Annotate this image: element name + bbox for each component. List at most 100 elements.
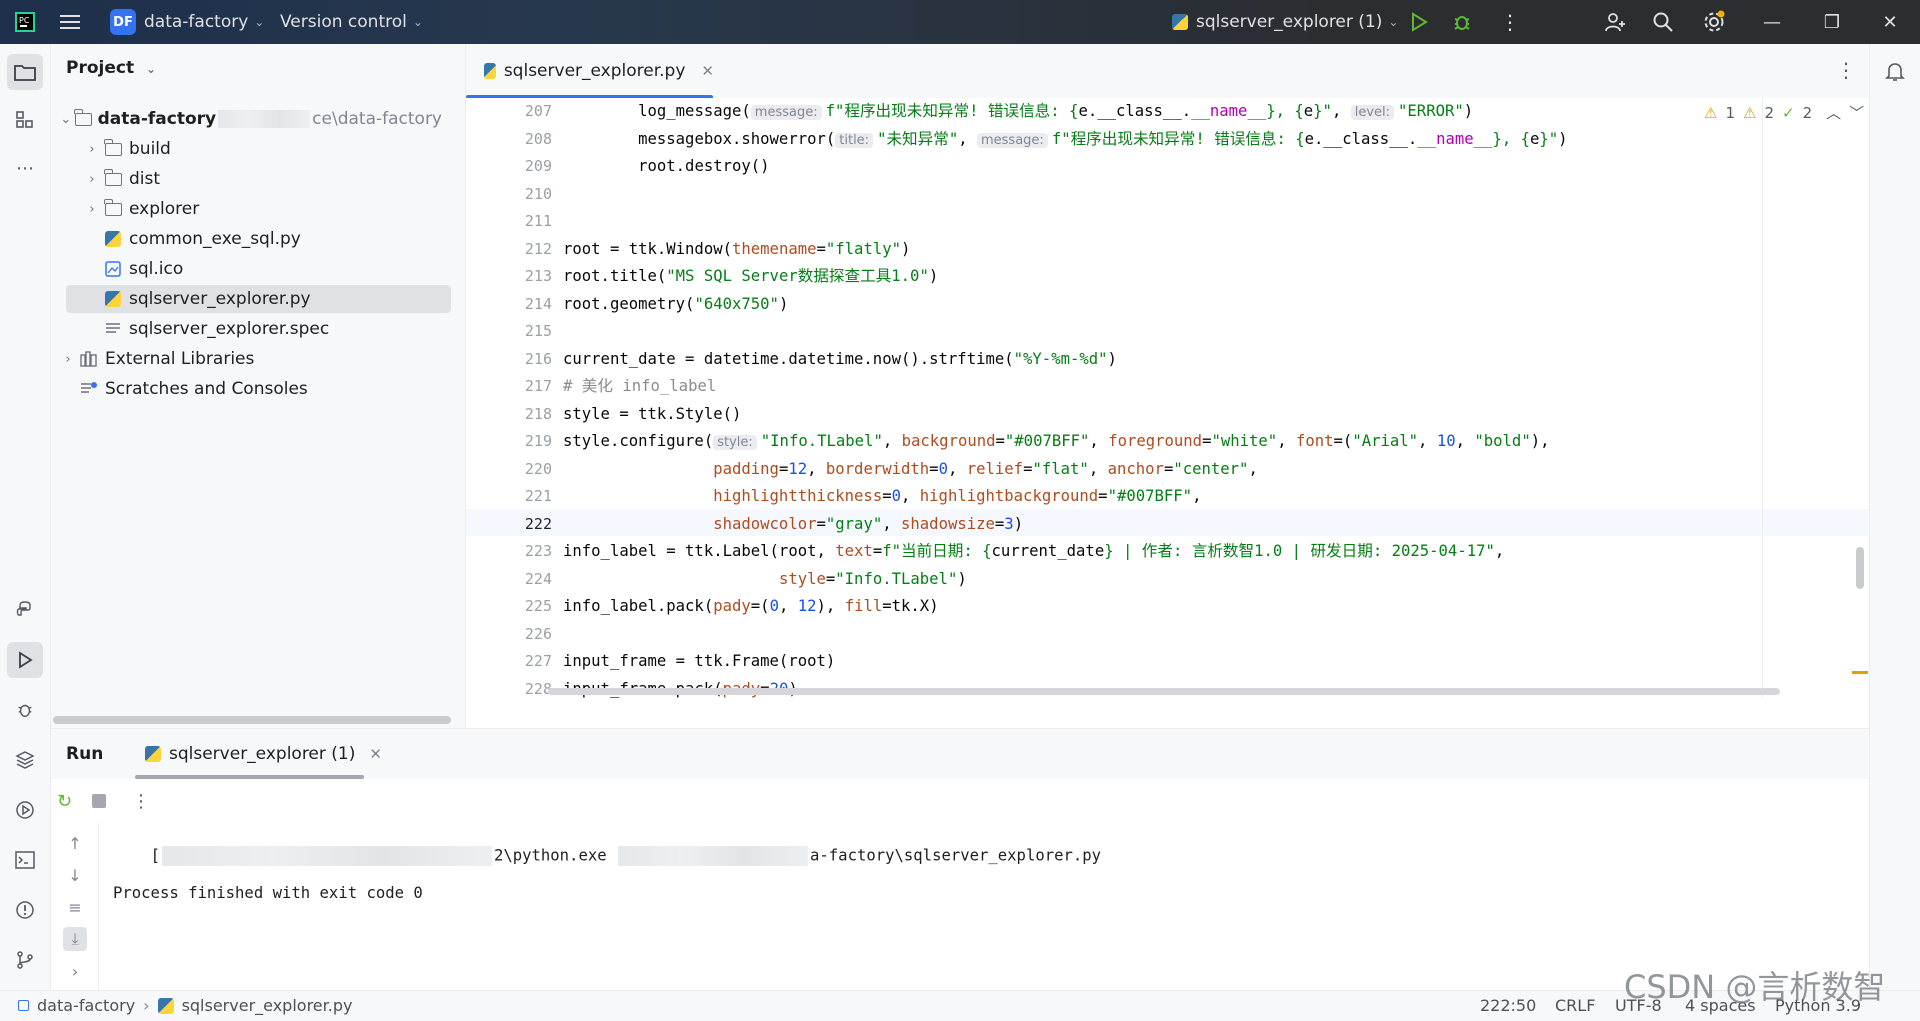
settings-gear-icon[interactable] <box>1702 0 1726 44</box>
python-console-icon[interactable] <box>7 592 43 628</box>
editor-tab-sqlserver-explorer[interactable]: sqlserver_explorer.py ✕ <box>466 44 714 98</box>
close-tab-icon[interactable]: ✕ <box>701 62 714 80</box>
code-line[interactable]: style = ttk.Style() <box>563 401 741 428</box>
run-config-selector[interactable]: sqlserver_explorer (1) ⌄ <box>1172 0 1398 44</box>
code-token: root.title( <box>563 267 667 285</box>
python-packages-icon[interactable] <box>7 742 43 778</box>
stop-icon[interactable] <box>92 794 106 808</box>
tree-item-sqlserver-explorer-spec[interactable]: sqlserver_explorer.spec <box>103 315 488 343</box>
code-token: , <box>1089 432 1109 450</box>
problems-icon[interactable] <box>7 892 43 928</box>
run-tool-icon[interactable] <box>7 642 43 678</box>
tree-item-explorer[interactable]: › explorer <box>81 195 466 223</box>
tree-item-scratches-consoles[interactable]: Scratches and Consoles <box>79 375 464 403</box>
services-icon[interactable] <box>7 792 43 828</box>
project-panel-title: Project <box>66 58 135 78</box>
run-tab[interactable]: sqlserver_explorer (1) ✕ <box>135 729 392 779</box>
inspection-widget[interactable]: ⚠ 1 ⚠ 2 ✓ 2 ︿ ﹀ <box>1704 102 1864 123</box>
code-line[interactable]: root.title("MS SQL Server数据探查工具1.0") <box>563 263 938 290</box>
code-line[interactable]: root.geometry("640x750") <box>563 291 788 318</box>
terminal-icon[interactable] <box>7 842 43 878</box>
more-tools-icon[interactable]: ⋯ <box>7 150 43 186</box>
chevron-right-icon[interactable]: › <box>81 172 103 187</box>
close-window-button[interactable]: ✕ <box>1862 0 1918 44</box>
code-token: "gray" <box>825 514 883 533</box>
code-line[interactable]: log_message(message: f"程序出现未知异常! 错误信息: {e… <box>563 98 1473 125</box>
project-horizontal-scrollbar[interactable] <box>53 716 451 724</box>
code-token: shadowcolor <box>713 514 817 533</box>
warning-stripe-marker[interactable] <box>1852 671 1868 674</box>
code-token: info_label = ttk.Label(root, <box>563 542 836 560</box>
editor-more-icon[interactable]: ⋮ <box>1836 58 1856 82</box>
chevron-up-icon[interactable]: ︿ <box>1826 102 1841 123</box>
chevron-right-icon[interactable]: › <box>81 202 103 217</box>
code-token: root = ttk.Window( <box>563 239 732 258</box>
tree-item-external-libraries[interactable]: › External Libraries <box>57 345 442 373</box>
run-icon[interactable] <box>1410 0 1428 44</box>
line-separator[interactable]: CRLF <box>1555 996 1595 1015</box>
code-line[interactable]: padding=12, borderwidth=0, relief="flat"… <box>563 456 1258 483</box>
code-token: current_date <box>991 542 1105 560</box>
minimize-button[interactable]: — <box>1744 0 1800 44</box>
caret-position[interactable]: 222:50 <box>1480 996 1536 1015</box>
debug-icon[interactable] <box>1452 0 1472 44</box>
code-line[interactable]: style="Info.TLabel") <box>563 566 967 593</box>
project-panel-header[interactable]: Project ⌄ <box>66 58 156 78</box>
more-actions-icon[interactable]: ⋮ <box>1500 0 1520 44</box>
code-line[interactable]: root = ttk.Window(themename="flatly") <box>563 236 910 263</box>
code-editor[interactable]: 207 208 209 210 211 212 213 214 215 216 217 218 219 2… <box>466 98 1869 698</box>
code-line[interactable]: input_frame = ttk.Frame(root) <box>563 648 835 675</box>
run-more-icon[interactable]: ⋮ <box>132 791 150 812</box>
breadcrumb-project[interactable]: data-factory <box>37 996 135 1015</box>
editor-vertical-scrollbar[interactable] <box>1856 547 1864 589</box>
debug-tool-icon[interactable] <box>7 692 43 728</box>
weak-warning-icon: ⚠ <box>1743 103 1757 122</box>
project-switcher[interactable]: DF data-factory ⌄ <box>110 0 264 44</box>
chevron-right-icon[interactable]: › <box>63 959 87 983</box>
line-number: 225 <box>524 597 552 615</box>
parameter-hint: title: <box>835 132 874 148</box>
restore-button[interactable]: ❐ <box>1804 0 1860 44</box>
expand-chevron-icon[interactable]: ⌄ <box>57 112 75 127</box>
code-line[interactable]: messagebox.showerror(title: "未知异常", messa… <box>563 126 1568 153</box>
main-menu-icon[interactable] <box>60 0 80 44</box>
structure-icon[interactable] <box>7 102 43 138</box>
code-line[interactable]: root.destroy() <box>563 153 769 180</box>
soft-wrap-icon[interactable]: ≡ <box>63 895 87 919</box>
rerun-icon[interactable]: ↻ <box>57 791 72 812</box>
code-line[interactable]: current_date = datetime.datetime.now().s… <box>563 346 1117 373</box>
code-line[interactable]: # 美化 info_label <box>563 373 716 400</box>
tree-item-build[interactable]: › build <box>81 135 466 163</box>
close-run-tab-icon[interactable]: ✕ <box>369 745 382 763</box>
code-token: "center" <box>1173 459 1249 478</box>
notifications-bell-icon[interactable] <box>1877 54 1913 90</box>
code-line[interactable]: style.configure(style: "Info.TLabel", bac… <box>563 428 1550 455</box>
arrow-up-icon[interactable]: ↑ <box>63 831 87 855</box>
code-token: = <box>995 432 1005 450</box>
search-icon[interactable] <box>1652 0 1674 44</box>
code-line[interactable]: info_label.pack(pady=(0, 12), fill=tk.X) <box>563 593 939 620</box>
app-logo-icon[interactable]: PC <box>14 0 36 44</box>
code-token: padding <box>713 459 779 478</box>
tree-item-sql-ico[interactable]: sql.ico <box>103 255 488 283</box>
tree-item-common-exe-sql[interactable]: common_exe_sql.py <box>103 225 488 253</box>
code-line[interactable]: highlightthickness=0, highlightbackgroun… <box>563 483 1201 510</box>
breadcrumb-file[interactable]: sqlserver_explorer.py <box>182 996 353 1015</box>
code-token: borderwidth <box>825 459 930 478</box>
scroll-to-end-icon[interactable]: ⤓ <box>63 927 87 951</box>
vcs-menu[interactable]: Version control ⌄ <box>280 0 423 44</box>
git-branch-icon[interactable] <box>7 942 43 978</box>
chevron-down-icon[interactable]: ﹀ <box>1849 102 1864 123</box>
add-user-icon[interactable] <box>1604 0 1626 44</box>
chevron-right-icon[interactable]: › <box>81 142 103 157</box>
editor-horizontal-scrollbar[interactable] <box>548 688 1780 695</box>
parameter-hint: level: <box>1350 105 1395 120</box>
code-line[interactable]: info_label = ttk.Label(root, text=f"当前日期… <box>563 538 1504 565</box>
project-folder-icon[interactable] <box>7 54 43 90</box>
chevron-right-icon[interactable]: › <box>57 352 79 367</box>
code-line[interactable]: shadowcolor="gray", shadowsize=3) <box>563 511 1023 538</box>
tree-item-dist[interactable]: › dist <box>81 165 466 193</box>
tree-item-sqlserver-explorer-py[interactable]: sqlserver_explorer.py <box>66 285 451 313</box>
arrow-down-icon[interactable]: ↓ <box>63 863 87 887</box>
tree-root-data-factory[interactable]: ⌄ data-factory ce\data-factory <box>57 105 442 133</box>
